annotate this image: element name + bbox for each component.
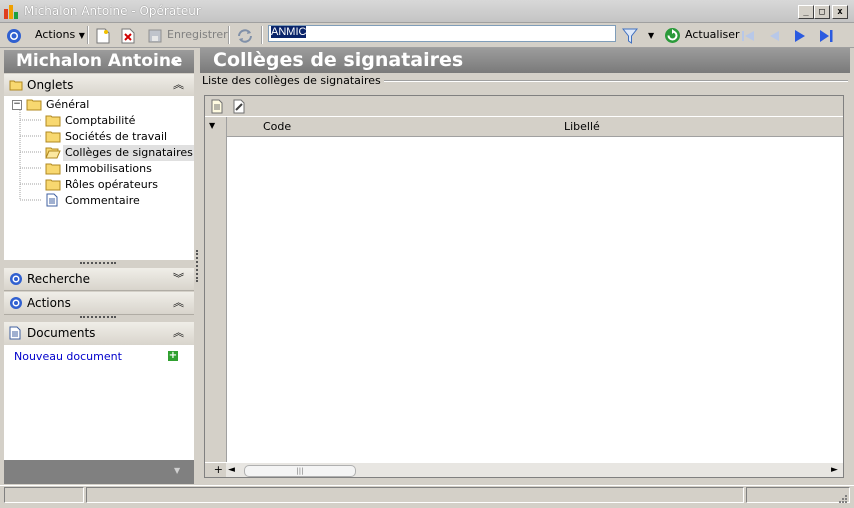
chevron-up-icon[interactable]: ︽ [173, 292, 184, 314]
open-folder-icon [45, 147, 61, 159]
section-actions-label: Actions [27, 296, 71, 310]
grid-toolbar [205, 96, 843, 116]
search-value: ANMIC [271, 26, 307, 38]
left-panel-footer: ▼ [4, 460, 194, 484]
status-cell [746, 487, 850, 503]
maximize-button[interactable]: □ [814, 5, 830, 19]
tree-item-colleges-selected[interactable]: Collèges de signataires [63, 145, 195, 161]
column-chooser-icon[interactable]: ▼ [209, 121, 215, 130]
previous-icon[interactable] [766, 28, 782, 44]
tree-item-societes[interactable]: Sociétés de travail [65, 129, 167, 145]
section-recherche-label: Recherche [27, 272, 91, 286]
delete-icon[interactable] [121, 28, 135, 44]
data-grid [204, 95, 844, 478]
section-onglets-label: Onglets [27, 78, 74, 92]
splitter-grip [196, 250, 200, 282]
actions-icon [10, 297, 22, 309]
status-cell [4, 487, 84, 503]
column-header-code[interactable]: Code [263, 120, 291, 133]
status-cell [86, 487, 744, 503]
edit-row-icon[interactable] [233, 99, 245, 114]
horizontal-scrollbar[interactable]: ||| ◄ ► [226, 463, 843, 477]
section-recherche[interactable]: Recherche ︾ [4, 268, 194, 291]
section-documents[interactable]: Documents ︽ [4, 322, 194, 346]
header-divider [226, 117, 227, 136]
tree-item-comptabilite[interactable]: Comptabilité [65, 113, 135, 129]
add-icon[interactable]: + [168, 351, 178, 361]
toolbar-separator [261, 26, 263, 44]
groupbox-border [358, 80, 848, 82]
column-header-libelle[interactable]: Libellé [564, 120, 600, 133]
refresh-icon[interactable] [664, 27, 681, 44]
folder-icon [45, 115, 61, 127]
folder-icon [45, 179, 61, 191]
section-resize-grip[interactable] [80, 262, 116, 266]
toolbar-separator [228, 26, 230, 44]
chevron-up-icon[interactable]: ︽ [173, 322, 184, 344]
tabs-tree: − Général Comptabilité Sociétés de trava… [4, 96, 195, 260]
resize-grip-icon[interactable] [836, 492, 848, 504]
next-icon[interactable] [792, 28, 808, 44]
save-icon[interactable] [148, 28, 162, 44]
minimize-button[interactable]: _ [798, 5, 814, 19]
chevron-down-icon[interactable]: ▼ [174, 466, 180, 475]
sync-icon[interactable] [236, 27, 254, 45]
toolbar-separator [87, 26, 89, 44]
section-onglets[interactable]: Onglets ︽ [4, 74, 194, 97]
tree-root-general[interactable]: Général [46, 97, 89, 113]
row-selector-column [205, 136, 227, 462]
section-resize-grip[interactable] [80, 316, 116, 320]
actions-menu-button[interactable]: Actions ▼ [35, 26, 85, 44]
chevron-up-icon[interactable]: ︽ [173, 74, 184, 96]
folder-icon [45, 131, 61, 143]
refresh-button[interactable]: Actualiser [685, 26, 740, 44]
last-icon[interactable] [818, 28, 834, 44]
actions-icon[interactable] [6, 28, 22, 44]
close-button[interactable]: x [832, 5, 848, 19]
scrollbar-thumb[interactable]: ||| [244, 465, 356, 477]
window-title: Michalon Antoine - Opérateur [24, 4, 201, 18]
tree-item-immobilisations[interactable]: Immobilisations [65, 161, 152, 177]
groupbox-label: Liste des collèges de signataires [202, 74, 384, 87]
new-row-icon[interactable] [211, 99, 223, 114]
save-button[interactable]: Enregistrer [167, 26, 228, 44]
add-row-button[interactable]: + [205, 463, 226, 477]
new-icon[interactable] [96, 28, 110, 44]
new-document-link[interactable]: Nouveau document [14, 350, 122, 363]
collapse-panel-icon[interactable]: « [170, 52, 180, 71]
page-title: Collèges de signataires [200, 48, 850, 73]
filter-icon[interactable] [622, 27, 638, 45]
tree-expander[interactable]: − [12, 100, 22, 110]
folder-icon [45, 163, 61, 175]
left-panel-header: Michalon Antoine [4, 50, 194, 73]
document-icon [46, 193, 58, 207]
app-icon [4, 5, 18, 19]
scroll-right-icon[interactable]: ► [831, 463, 838, 477]
scroll-left-icon[interactable]: ◄ [228, 463, 235, 477]
documents-panel: Nouveau document + [4, 345, 194, 460]
document-icon [9, 326, 21, 340]
recherche-icon [10, 273, 22, 285]
grid-header: ▼ Code Libellé [205, 117, 843, 137]
folder-icon [9, 80, 23, 91]
filter-dropdown-icon[interactable]: ▼ [648, 31, 654, 40]
section-documents-label: Documents [27, 326, 96, 340]
section-actions[interactable]: Actions ︽ [4, 292, 194, 315]
tree-item-commentaire[interactable]: Commentaire [65, 193, 140, 209]
folder-icon [26, 99, 42, 111]
tree-item-roles[interactable]: Rôles opérateurs [65, 177, 158, 193]
search-input[interactable]: ANMIC [268, 25, 616, 42]
chevron-down-icon: ▼ [78, 31, 85, 40]
chevron-down-icon[interactable]: ︾ [173, 268, 184, 290]
first-icon[interactable] [740, 28, 756, 44]
actions-menu-label: Actions [35, 28, 76, 41]
panel-splitter[interactable] [194, 50, 200, 484]
